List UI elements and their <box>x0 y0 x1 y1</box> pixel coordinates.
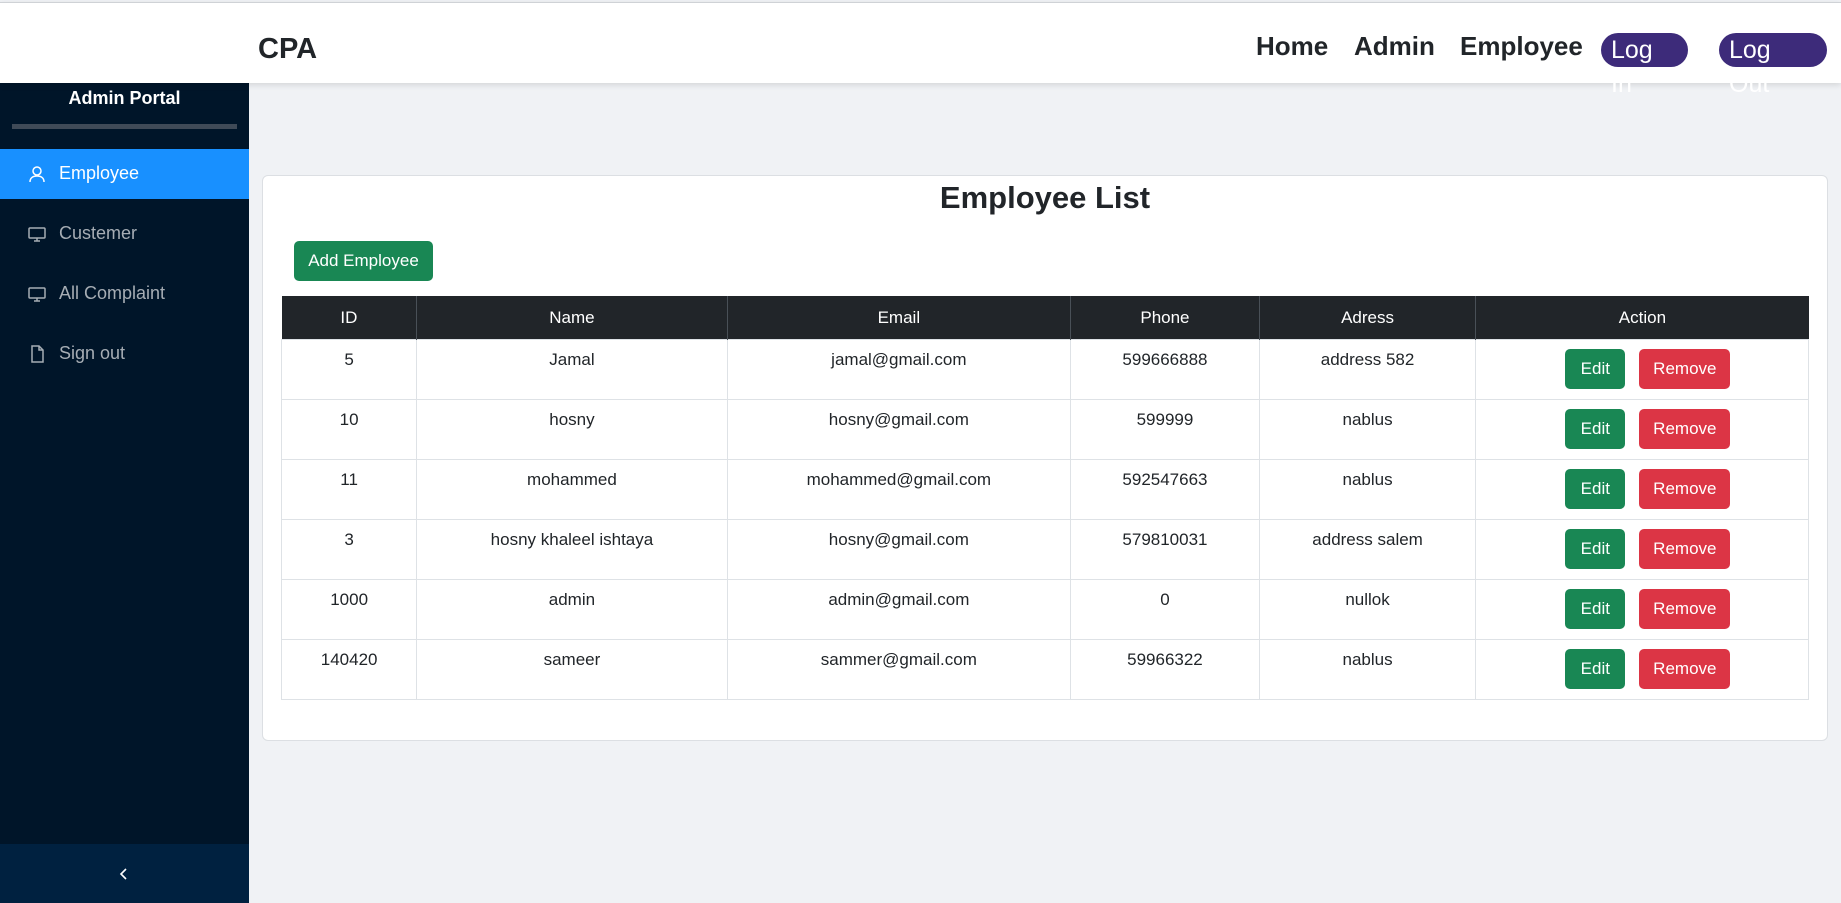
user-icon <box>28 165 46 183</box>
edit-button[interactable]: Edit <box>1565 349 1626 389</box>
cell-action: Edit Remove <box>1475 639 1809 700</box>
sidebar-item-label: Sign out <box>59 343 126 363</box>
cell-email: sammer@gmail.com <box>726 639 1072 700</box>
cell-email: admin@gmail.com <box>726 579 1072 640</box>
cell-email: mohammed@gmail.com <box>726 459 1072 520</box>
remove-button[interactable]: Remove <box>1639 349 1731 389</box>
table-row: 5 Jamal jamal@gmail.com 599666888 addres… <box>280 339 1809 400</box>
cell-phone: 599999 <box>1070 399 1260 460</box>
cell-name: hosny khaleel ishtaya <box>416 519 728 580</box>
cell-id: 1000 <box>280 579 418 640</box>
cell-name: sameer <box>416 639 728 700</box>
brand-logo[interactable]: CPA <box>258 33 317 66</box>
nav-employee-link[interactable]: Employee <box>1460 31 1583 62</box>
login-button[interactable]: Log In <box>1601 33 1688 98</box>
table-row: 3 hosny khaleel ishtaya hosny@gmail.com … <box>280 519 1809 580</box>
cell-name: hosny <box>416 399 728 460</box>
column-header-email: Email <box>726 296 1071 340</box>
cell-phone: 0 <box>1070 579 1260 640</box>
edit-button[interactable]: Edit <box>1565 589 1626 629</box>
table-row: 11 mohammed mohammed@gmail.com 592547663… <box>280 459 1809 520</box>
cell-email: hosny@gmail.com <box>726 399 1072 460</box>
cell-name: admin <box>416 579 728 640</box>
table-row: 140420 sameer sammer@gmail.com 59966322 … <box>280 639 1809 700</box>
sidebar-title: Admin Portal <box>68 88 181 108</box>
edit-button[interactable]: Edit <box>1565 649 1626 689</box>
cell-email: hosny@gmail.com <box>726 519 1072 580</box>
cell-action: Edit Remove <box>1475 579 1809 640</box>
cell-phone: 592547663 <box>1070 459 1260 520</box>
cell-action: Edit Remove <box>1475 399 1809 460</box>
cell-address: nablus <box>1258 399 1477 460</box>
sidebar-item-sign-out[interactable]: Sign out <box>0 329 249 379</box>
chevron-left-icon <box>116 866 132 882</box>
column-header-id: ID <box>281 296 417 340</box>
cell-phone: 599666888 <box>1070 339 1260 400</box>
remove-button[interactable]: Remove <box>1639 529 1731 569</box>
remove-button[interactable]: Remove <box>1639 649 1731 689</box>
remove-button[interactable]: Remove <box>1639 589 1731 629</box>
sidebar-collapse-button[interactable] <box>0 844 249 903</box>
cell-address: address 582 <box>1258 339 1477 400</box>
table-row: 10 hosny hosny@gmail.com 599999 nablus E… <box>280 399 1809 460</box>
file-icon <box>28 345 46 363</box>
cell-phone: 59966322 <box>1070 639 1260 700</box>
cell-id: 140420 <box>280 639 418 700</box>
sidebar-item-all-complaint[interactable]: All Complaint <box>0 269 249 319</box>
employee-table: ID Name Email Phone Adress Action 5 Jama… <box>280 296 1809 700</box>
cell-phone: 579810031 <box>1070 519 1260 580</box>
desktop-icon <box>28 225 46 243</box>
sidebar-item-label: Employee <box>59 163 140 183</box>
edit-button[interactable]: Edit <box>1565 469 1626 509</box>
cell-address: nablus <box>1258 639 1477 700</box>
cell-id: 3 <box>280 519 418 580</box>
remove-button[interactable]: Remove <box>1639 469 1731 509</box>
add-employee-button[interactable]: Add Employee <box>294 241 433 281</box>
sidebar: Admin Portal Employee Custemer All Compl… <box>0 82 249 903</box>
cell-id: 10 <box>280 399 418 460</box>
cell-email: jamal@gmail.com <box>726 339 1072 400</box>
cell-action: Edit Remove <box>1475 459 1809 520</box>
desktop-icon <box>28 285 46 303</box>
nav-home-link[interactable]: Home <box>1256 31 1328 62</box>
sidebar-item-employee[interactable]: Employee <box>0 149 249 199</box>
nav-admin-link[interactable]: Admin <box>1354 31 1435 62</box>
logout-button[interactable]: Log Out <box>1719 33 1827 98</box>
sidebar-item-custemer[interactable]: Custemer <box>0 209 249 259</box>
sidebar-item-label: Custemer <box>59 223 138 243</box>
column-header-action: Action <box>1475 296 1809 340</box>
cell-action: Edit Remove <box>1475 519 1809 580</box>
table-header-row: ID Name Email Phone Adress Action <box>281 296 1809 340</box>
cell-action: Edit Remove <box>1475 339 1809 400</box>
page-title: Employee List <box>939 180 1151 215</box>
employee-list-card: Employee List Add Employee ID Name Email… <box>262 175 1828 741</box>
remove-button[interactable]: Remove <box>1639 409 1731 449</box>
sidebar-item-label: All Complaint <box>59 283 166 303</box>
edit-button[interactable]: Edit <box>1565 409 1626 449</box>
cell-address: nablus <box>1258 459 1477 520</box>
sidebar-divider <box>12 124 237 129</box>
cell-name: mohammed <box>416 459 728 520</box>
table-row: 1000 admin admin@gmail.com 0 nullok Edit… <box>280 579 1809 640</box>
cell-name: Jamal <box>416 339 728 400</box>
column-header-name: Name <box>416 296 728 340</box>
cell-id: 5 <box>280 339 418 400</box>
column-header-phone: Phone <box>1070 296 1260 340</box>
cell-address: address salem <box>1258 519 1477 580</box>
edit-button[interactable]: Edit <box>1565 529 1626 569</box>
cell-id: 11 <box>280 459 418 520</box>
cell-address: nullok <box>1258 579 1477 640</box>
top-navbar: CPA Home Admin Employee Log In Log Out <box>0 2 1841 98</box>
column-header-address: Adress <box>1258 296 1476 340</box>
